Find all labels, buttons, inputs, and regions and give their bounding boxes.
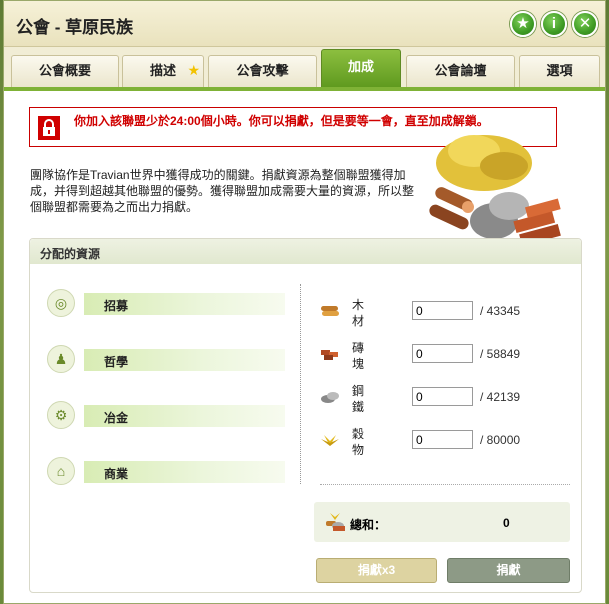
resource-name: 木材 [352,298,365,328]
resources-sum-icon [326,513,345,531]
resource-row-clay: 磚塊 / 58849 [320,340,570,380]
tab-bonus[interactable]: 加成 [321,49,401,87]
total-value: 0 [503,516,510,530]
resource-row-wood: 木材 / 43345 [320,297,570,337]
resource-row-iron: 鋼鐵 / 42139 [320,383,570,423]
tab-bar: 公會概要 描述 ★ 公會攻擊 加成 公會論壇 選項 [4,47,605,87]
column-divider [300,284,301,484]
panel-heading: 分配的資源 [30,239,581,264]
tab-guild-forum[interactable]: 公會論壇 [406,55,515,87]
crop-amount-input[interactable] [412,430,473,449]
donate-button[interactable]: 捐獻 [447,558,570,583]
tab-options[interactable]: 選項 [519,55,600,87]
star-icon[interactable]: ★ [510,11,536,37]
resource-row-crop: 穀物 / 80000 [320,426,570,466]
philosopher-icon: ♟ [47,345,75,373]
category-label: 招募 [84,293,285,315]
category-label: 哲學 [84,349,285,371]
donate-x3-button[interactable]: 捐獻x3 [316,558,437,583]
category-label: 冶金 [84,405,285,427]
gear-icon: ⚙ [47,401,75,429]
tab-underline [4,87,605,91]
category-commerce[interactable]: ⌂ 商業 [47,457,292,487]
total-label: 總和： [350,518,387,532]
description-text: 團隊協作是Travian世界中獲得成功的關鍵。捐獻資源為整個聯盟獲得加成，并得到… [30,168,415,214]
resource-name: 鋼鐵 [352,384,365,414]
resource-max: / 80000 [480,433,521,447]
category-metallurgy[interactable]: ⚙ 冶金 [47,401,292,431]
market-icon: ⌂ [47,457,75,485]
tab-description[interactable]: 描述 ★ [122,55,204,87]
clay-amount-input[interactable] [412,344,473,363]
star-icon: ★ [187,62,200,78]
iron-amount-input[interactable] [412,387,473,406]
guild-window: 公會 - 草原民族 ★ i ✕ 公會概要 描述 ★ 公會攻擊 加成 公會論壇 選… [3,0,606,604]
iron-icon [321,392,339,403]
tab-guild-attack[interactable]: 公會攻擊 [208,55,317,87]
resource-name: 磚塊 [352,341,365,371]
category-recruitment[interactable]: ◎ 招募 [47,289,292,319]
clay-icon [321,350,338,360]
tab-description-label: 描述 [149,63,176,78]
resource-max: / 42139 [480,390,521,404]
wood-icon [321,306,339,316]
title-bar: 公會 - 草原民族 ★ i ✕ [4,1,605,47]
category-philosophy[interactable]: ♟ 哲學 [47,345,292,375]
crop-icon [321,435,339,446]
resource-max: / 43345 [480,304,521,318]
window-title: 公會 - 草原民族 [16,18,134,37]
resource-max: / 58849 [480,347,521,361]
tab-guild-overview[interactable]: 公會概要 [11,55,119,87]
category-label: 商業 [84,461,285,483]
allocated-resources-panel: 分配的資源 ◎ 招募 ♟ 哲學 ⚙ 冶金 ⌂ 商業 木材 / 43345 磚塊 [29,238,582,593]
close-icon[interactable]: ✕ [572,11,598,37]
info-icon[interactable]: i [541,11,567,37]
lock-icon [38,116,60,140]
target-icon: ◎ [47,289,75,317]
wood-amount-input[interactable] [412,301,473,320]
resources-divider [320,484,570,485]
total-row: 總和： 0 [314,502,570,542]
resource-name: 穀物 [352,427,365,457]
